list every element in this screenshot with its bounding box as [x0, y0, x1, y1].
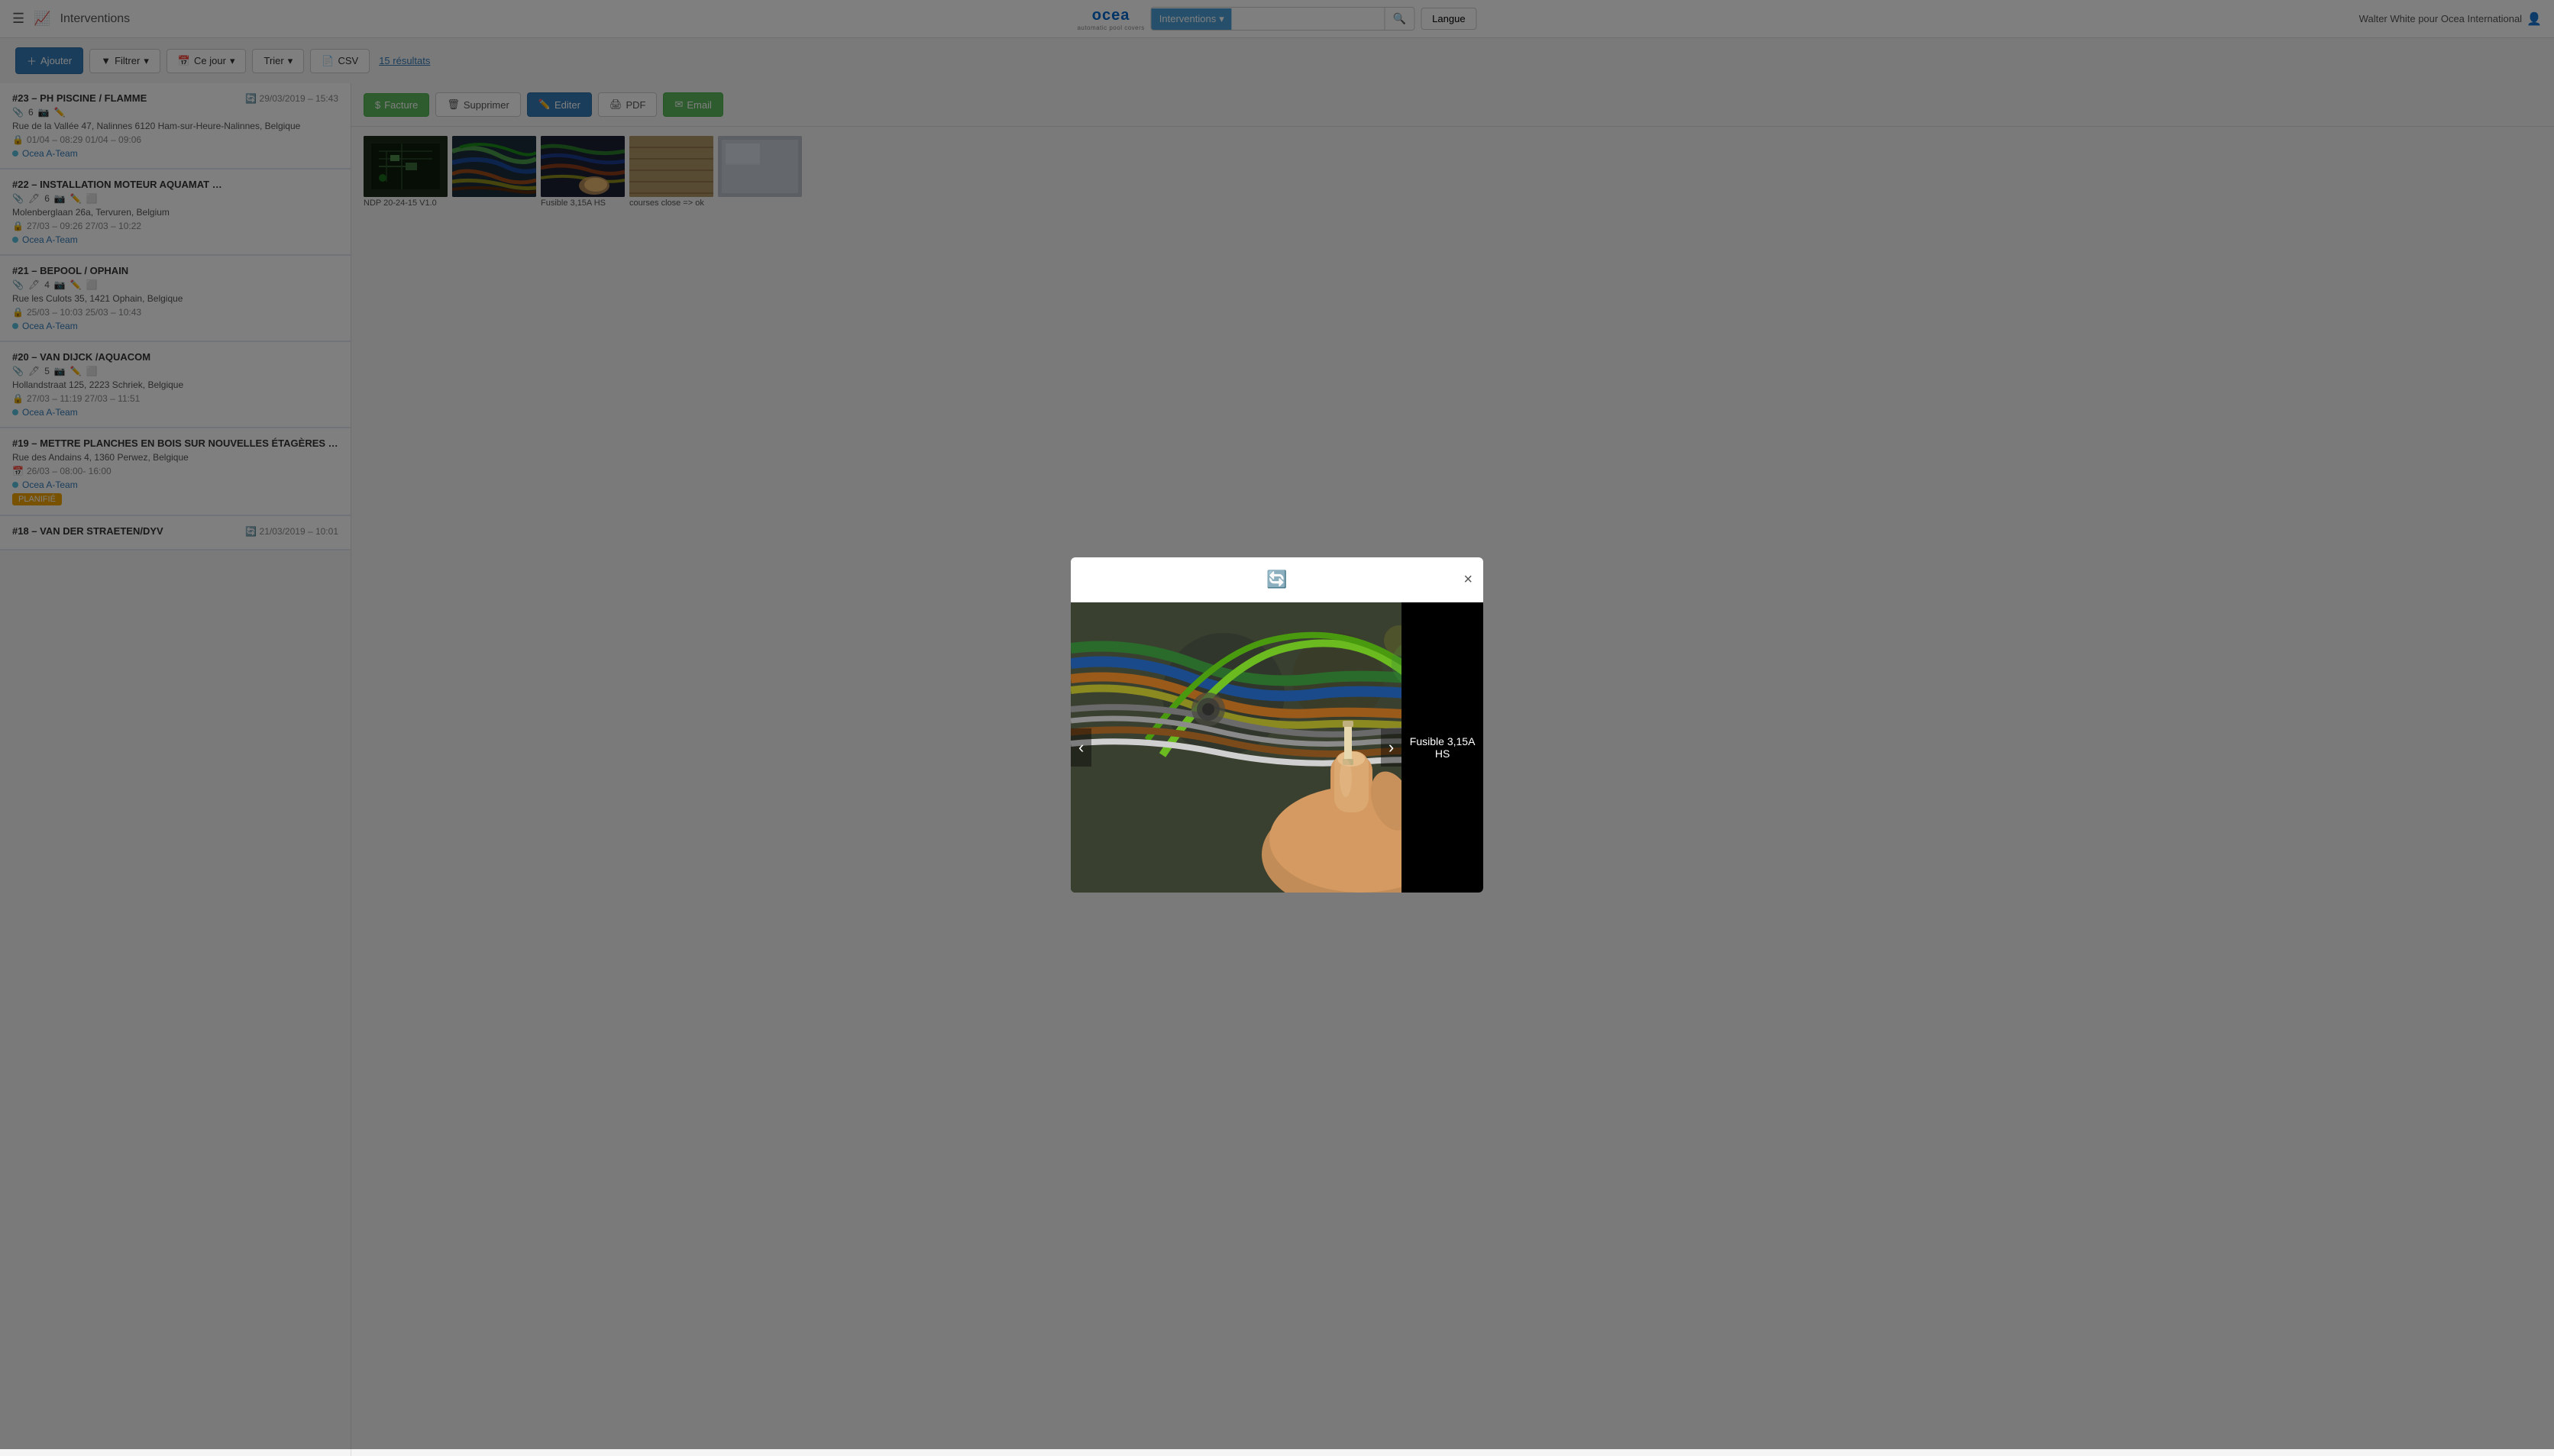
modal-header: 🔄 × — [1071, 557, 1483, 602]
modal-caption: Fusible 3,15A HS — [1401, 728, 1483, 767]
modal-prev-button[interactable]: ‹ — [1071, 728, 1091, 767]
modal-close-button[interactable]: × — [1463, 572, 1473, 587]
modal-main-image: ‹ › — [1071, 602, 1401, 893]
modal-overlay[interactable]: 🔄 × — [0, 0, 2554, 1449]
modal-image-area: ‹ › Fusible 3,15A HS — [1071, 602, 1483, 893]
modal-refresh-icon[interactable]: 🔄 — [1266, 570, 1287, 589]
modal-box: 🔄 × — [1071, 557, 1483, 893]
modal-next-button[interactable]: › — [1381, 728, 1401, 767]
modal-svg — [1071, 602, 1401, 893]
